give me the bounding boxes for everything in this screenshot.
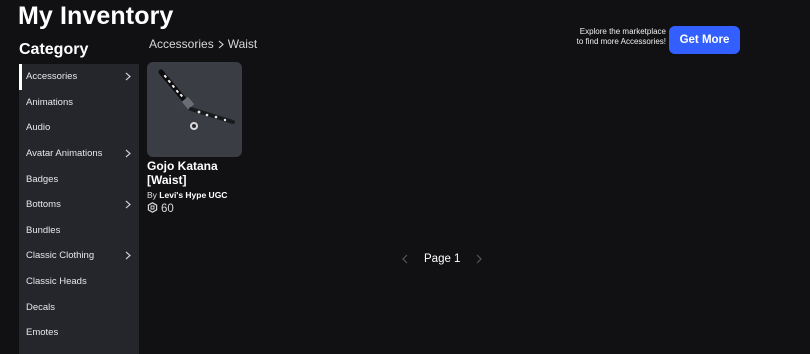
item-name[interactable]: Gojo Katana [Waist] — [147, 159, 243, 187]
category-heading: Category — [19, 41, 89, 58]
item-name-line-2: [Waist] — [147, 173, 187, 187]
sidebar-item-label: Accessories — [26, 71, 78, 83]
chevron-right-icon — [123, 149, 133, 159]
sidebar-item-badges[interactable]: Badges — [19, 166, 139, 192]
chevron-right-icon — [123, 251, 133, 261]
chevron-right-icon — [123, 72, 133, 82]
sidebar-item-bottoms[interactable]: Bottoms — [19, 192, 139, 218]
breadcrumb-parent[interactable]: Accessories — [149, 37, 214, 51]
sidebar-item-label: Avatar Animations — [26, 148, 103, 160]
breadcrumb: Accessories Waist — [149, 37, 257, 51]
sidebar-item-accessories[interactable]: Accessories — [19, 64, 139, 90]
promo-line-1: Explore the marketplace — [579, 27, 666, 36]
sidebar-item-classic-heads[interactable]: Classic Heads — [19, 269, 139, 295]
page-title: My Inventory — [18, 2, 174, 30]
sidebar-item-label: Bottoms — [26, 199, 61, 211]
marketplace-promo-text: Explore the marketplace to find more Acc… — [553, 27, 666, 47]
category-sidebar: Accessories Animations Audio Avatar Anim… — [19, 64, 139, 354]
sidebar-item-label: Emotes — [26, 327, 59, 339]
item-card[interactable]: Gojo Katana [Waist] By Levi's Hype UGC 6… — [147, 62, 243, 216]
sidebar-item-decals[interactable]: Decals — [19, 294, 139, 320]
prev-page-icon[interactable] — [400, 252, 410, 266]
sidebar-item-bundles[interactable]: Bundles — [19, 218, 139, 244]
sidebar-item-label: Audio — [26, 122, 51, 134]
chevron-right-icon — [218, 40, 224, 49]
item-creator: By Levi's Hype UGC — [147, 190, 243, 200]
robux-icon — [147, 202, 158, 216]
get-more-button[interactable]: Get More — [669, 26, 740, 54]
creator-link[interactable]: Levi's Hype UGC — [159, 190, 227, 200]
next-page-icon[interactable] — [474, 252, 484, 266]
katana-image — [158, 69, 235, 130]
sidebar-item-label: Bundles — [26, 224, 61, 236]
chevron-right-icon — [123, 200, 133, 210]
breadcrumb-current: Waist — [227, 37, 258, 51]
pagination: Page 1 — [400, 250, 484, 268]
price-value: 60 — [161, 203, 174, 215]
item-price: 60 — [147, 202, 243, 216]
creator-prefix: By — [147, 190, 157, 200]
sidebar-item-audio[interactable]: Audio — [19, 115, 139, 141]
sidebar-item-label: Decals — [26, 301, 56, 313]
item-thumbnail[interactable] — [147, 62, 242, 157]
sidebar-item-label: Classic Clothing — [26, 250, 95, 262]
promo-line-2: to find more Accessories! — [576, 37, 666, 46]
page-indicator: Page 1 — [424, 253, 461, 265]
item-name-line-1: Gojo Katana — [147, 159, 218, 173]
sidebar-item-avatar-animations[interactable]: Avatar Animations — [19, 141, 139, 167]
sidebar-item-emotes[interactable]: Emotes — [19, 320, 139, 346]
sidebar-item-classic-clothing[interactable]: Classic Clothing — [19, 243, 139, 269]
sidebar-item-label: Classic Heads — [26, 276, 87, 288]
sidebar-item-label: Animations — [26, 96, 73, 108]
sidebar-item-animations[interactable]: Animations — [19, 90, 139, 116]
sidebar-item-label: Badges — [26, 173, 59, 185]
